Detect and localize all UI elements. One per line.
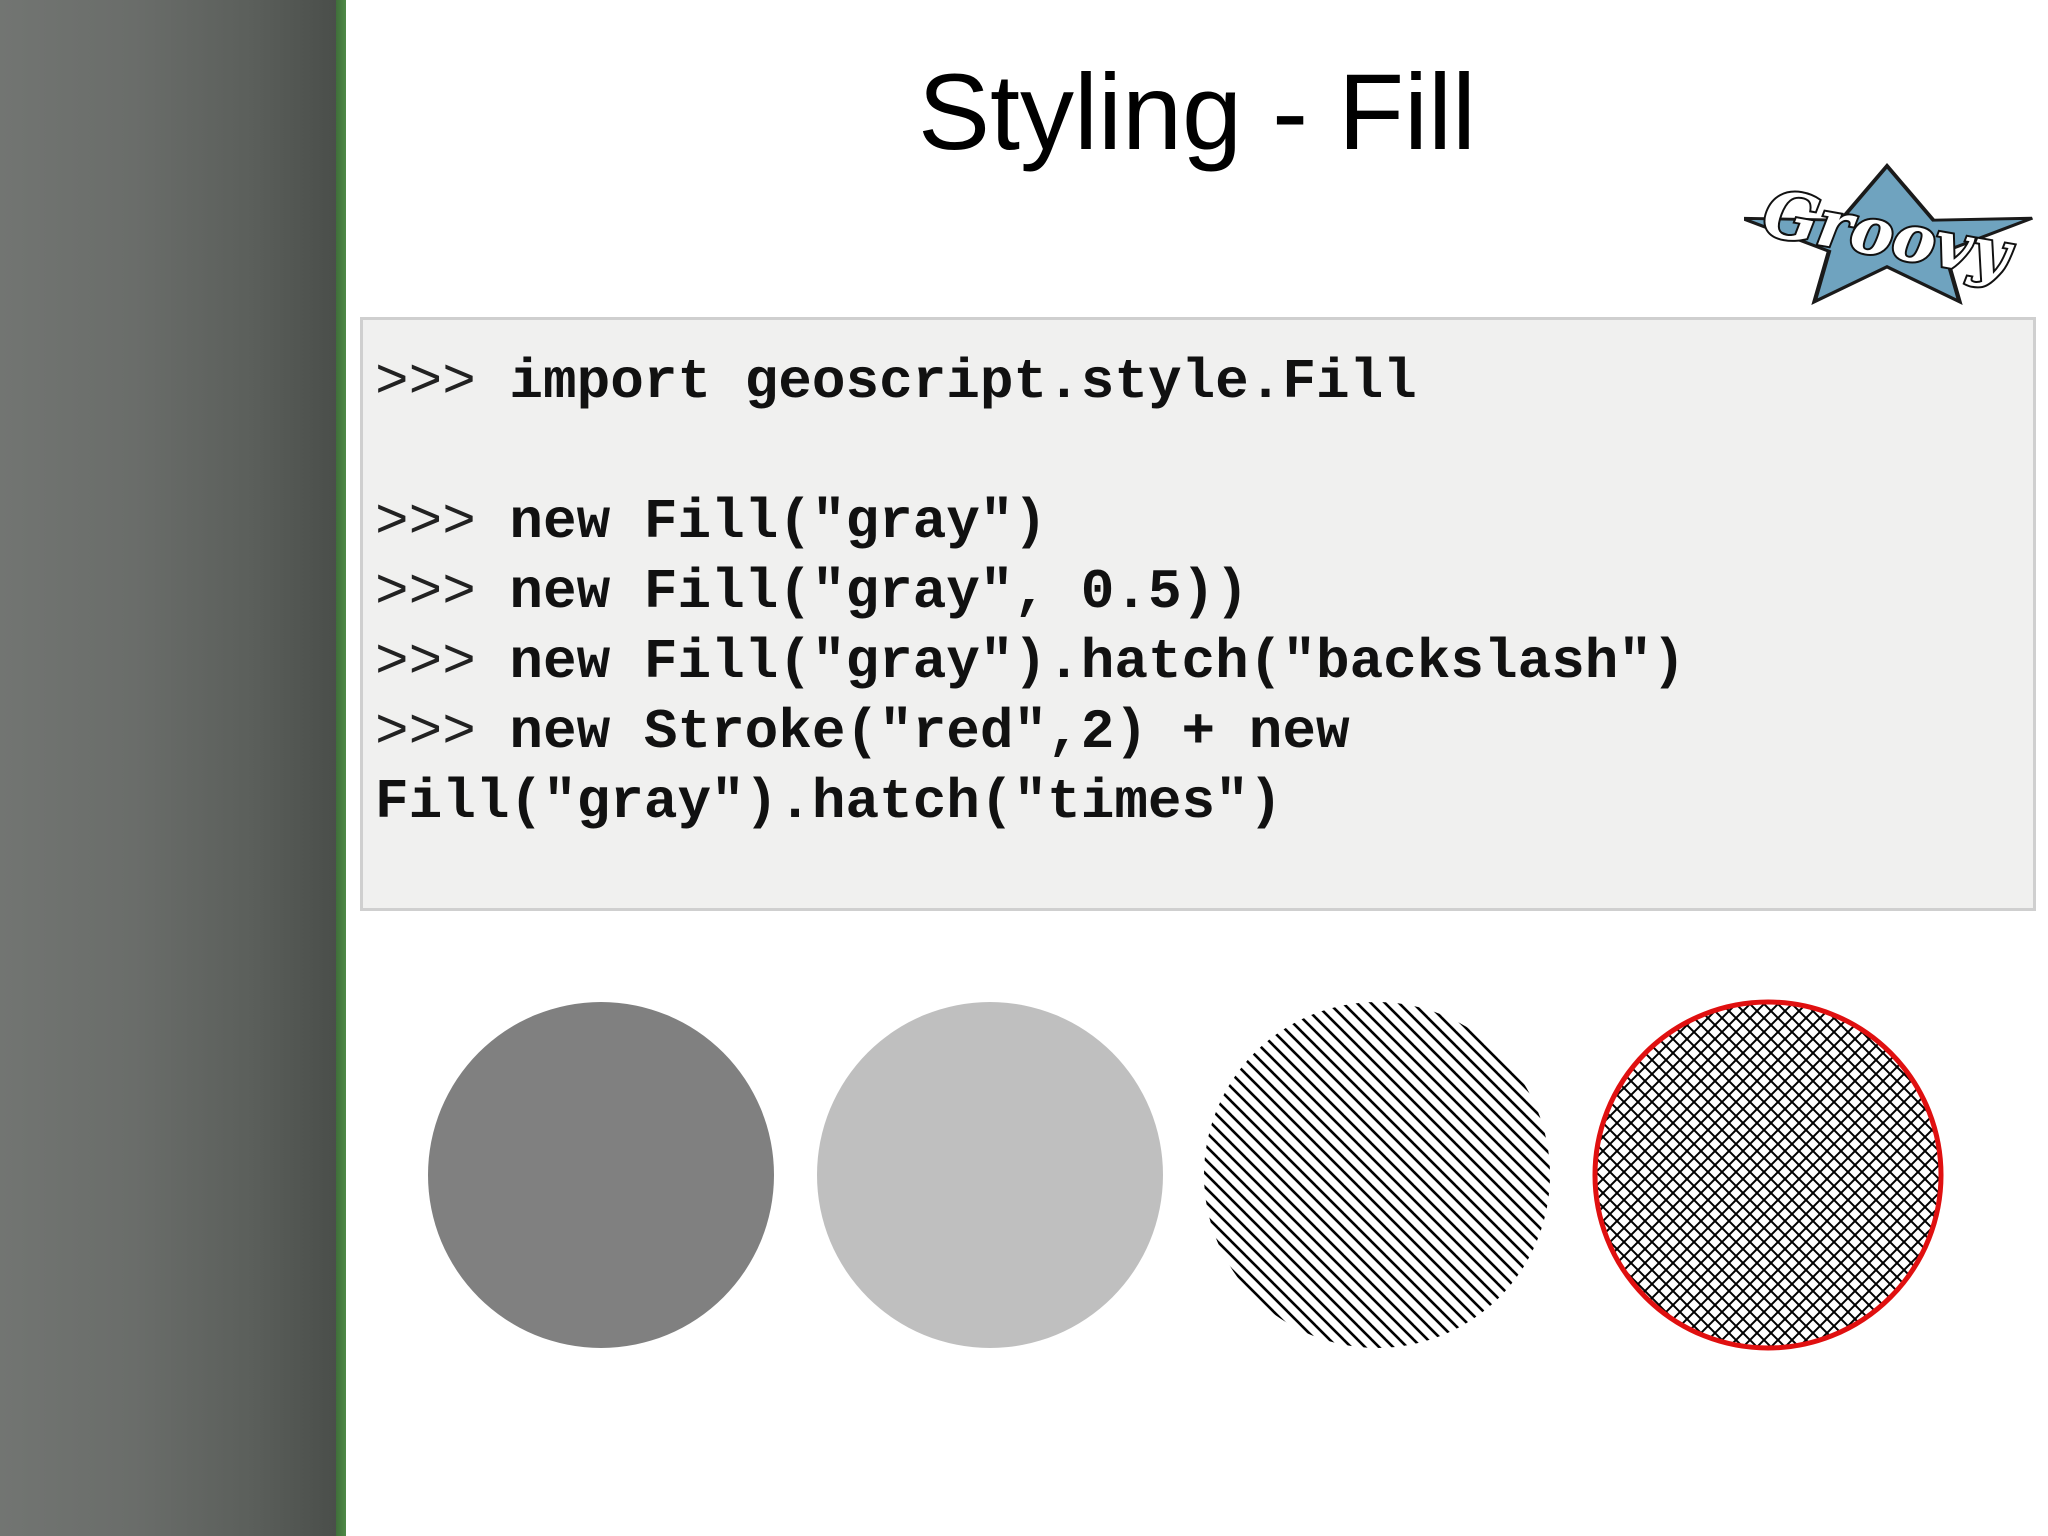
code-text: new Fill("gray").hatch("backslash") <box>475 630 1686 694</box>
slide-title: Styling - Fill <box>917 51 1477 172</box>
sidebar-accent-stripe <box>336 0 346 1536</box>
example-circle-gray <box>428 1002 774 1348</box>
code-block: >>> import geoscript.style.Fill >>> new … <box>360 317 2036 911</box>
code-line-5: >>> new Fill("gray").hatch("backslash") <box>375 634 1686 690</box>
code-text: new Stroke("red",2) + new <box>475 700 1350 764</box>
code-prompt: >>> <box>375 350 476 414</box>
code-text: import geoscript.style.Fill <box>475 350 1417 414</box>
code-prompt: >>> <box>375 490 476 554</box>
example-circle-gray-opacity <box>817 1002 1163 1348</box>
code-prompt: >>> <box>375 560 476 624</box>
code-line-3: >>> new Fill("gray") <box>375 494 1047 550</box>
code-prompt: >>> <box>375 630 476 694</box>
code-line-6: >>> new Stroke("red",2) + new <box>375 704 1350 760</box>
sidebar-background <box>0 0 336 1536</box>
example-circle-times-hatch-red-stroke <box>1592 999 1944 1351</box>
example-circle-backslash-hatch <box>1204 1002 1550 1348</box>
code-text: Fill("gray").hatch("times") <box>375 770 1283 834</box>
fill-examples <box>428 999 1944 1351</box>
code-text: new Fill("gray") <box>475 490 1048 554</box>
code-line-7: Fill("gray").hatch("times") <box>375 774 1282 830</box>
groovy-logo: Groovy <box>1744 162 2034 305</box>
code-line-1: >>> import geoscript.style.Fill <box>375 354 1417 410</box>
code-prompt: >>> <box>375 700 476 764</box>
code-line-4: >>> new Fill("gray", 0.5)) <box>375 564 1249 620</box>
code-text: new Fill("gray", 0.5)) <box>475 560 1249 624</box>
